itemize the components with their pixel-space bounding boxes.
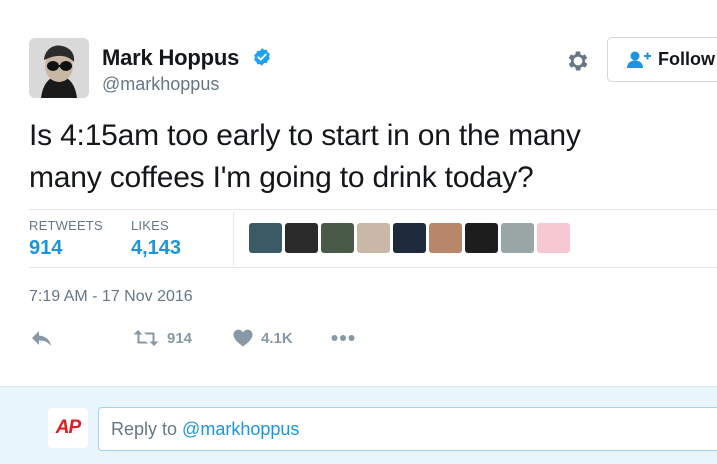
- retweet-count: 914: [167, 329, 193, 347]
- gear-icon[interactable]: [565, 48, 591, 74]
- follow-button[interactable]: Follow: [607, 37, 717, 82]
- liker-avatar[interactable]: [537, 223, 570, 253]
- follow-label: Follow: [658, 49, 715, 69]
- liker-avatar[interactable]: [501, 223, 534, 253]
- tweet-text-line: Is 4:15am too early to start in on the m…: [29, 119, 581, 152]
- verified-badge-icon: [254, 48, 270, 66]
- tweet-timestamp[interactable]: 7:19 AM - 17 Nov 2016: [29, 288, 193, 306]
- retweet-icon: [133, 330, 159, 346]
- likes-label: LIKES: [131, 218, 169, 233]
- reply-icon: [32, 331, 51, 346]
- like-action[interactable]: 4.1K: [233, 326, 293, 350]
- stats-separator: [233, 212, 234, 266]
- tweet-text-line: many coffees I'm going to drink today?: [29, 161, 534, 194]
- divider: [29, 267, 717, 268]
- heart-icon: [233, 329, 253, 347]
- liker-avatar[interactable]: [249, 223, 282, 253]
- retweet-action[interactable]: 914: [133, 326, 192, 350]
- reply-prefix: Reply to: [111, 418, 178, 439]
- author-name[interactable]: Mark Hoppus: [102, 45, 239, 71]
- ap-logo-text: AP: [55, 417, 81, 438]
- reply-mention: @markhoppus: [182, 418, 300, 439]
- liker-avatar[interactable]: [357, 223, 390, 253]
- liker-avatar[interactable]: [285, 223, 318, 253]
- viewer-avatar: AP: [48, 408, 88, 448]
- tweet-text: Is 4:15am too early to start in on the m…: [29, 115, 689, 199]
- avatar-image: [29, 38, 89, 98]
- liker-avatar[interactable]: [321, 223, 354, 253]
- retweets-label: RETWEETS: [29, 218, 103, 233]
- add-user-icon: [627, 51, 651, 68]
- like-count: 4.1K: [261, 329, 293, 347]
- author-avatar[interactable]: [29, 38, 89, 98]
- author-handle[interactable]: @markhoppus: [102, 74, 219, 95]
- more-action[interactable]: [331, 326, 355, 350]
- likers-avatars: [249, 223, 570, 253]
- divider: [29, 209, 717, 210]
- reply-action[interactable]: [31, 326, 53, 350]
- reply-input[interactable]: Reply to @markhoppus: [98, 407, 717, 451]
- likes-count[interactable]: 4,143: [131, 237, 181, 260]
- liker-avatar[interactable]: [393, 223, 426, 253]
- retweets-count[interactable]: 914: [29, 237, 62, 260]
- more-dots-icon: [331, 335, 355, 341]
- liker-avatar[interactable]: [429, 223, 462, 253]
- liker-avatar[interactable]: [465, 223, 498, 253]
